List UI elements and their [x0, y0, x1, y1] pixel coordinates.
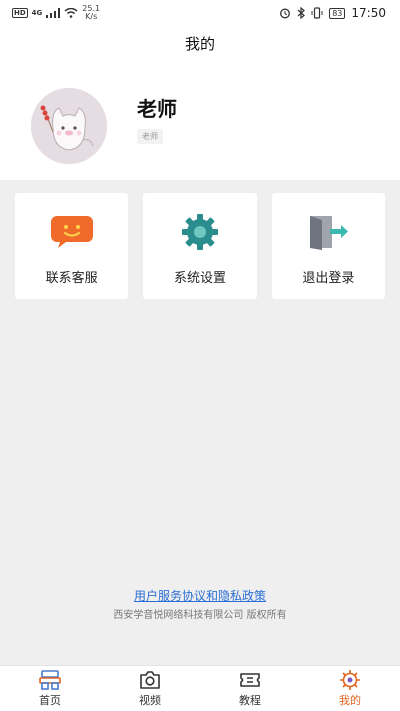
tab-video-label: 视频	[139, 694, 161, 707]
customer-service-icon	[50, 213, 94, 251]
system-settings-label: 系统设置	[173, 271, 226, 286]
policy-link[interactable]: 用户服务协议和隐私政策	[0, 587, 400, 604]
camera-icon	[138, 669, 162, 691]
hd-indicator: HD	[12, 8, 28, 18]
wifi-icon	[64, 8, 78, 18]
speed-unit: K/s	[85, 12, 98, 21]
network-speed: 25.1 K/s	[82, 5, 100, 21]
profile-section: 老师 老师	[0, 60, 400, 180]
status-bar: HD 4G 25.1 K/s 83 17:50	[0, 0, 400, 26]
page-title: 我的	[184, 34, 215, 53]
tab-mine-label: 我的	[339, 694, 361, 707]
network-type: 4G	[31, 9, 43, 17]
tab-video[interactable]: 视频	[100, 666, 200, 711]
ticket-icon	[238, 669, 262, 691]
alarm-icon	[280, 8, 291, 19]
logout-button[interactable]: 退出登录	[271, 193, 385, 299]
status-right: 83 17:50	[279, 6, 386, 20]
page-header: 我的	[0, 26, 400, 60]
role-badge: 老师	[137, 129, 163, 144]
bluetooth-icon	[297, 7, 306, 19]
status-left: HD 4G 25.1 K/s	[12, 5, 100, 21]
vibrate-icon	[311, 7, 323, 19]
contact-service-button[interactable]: 联系客服	[15, 193, 129, 299]
battery-indicator: 83	[329, 7, 346, 19]
avatar[interactable]	[31, 88, 107, 164]
user-name: 老师	[137, 97, 177, 121]
copyright-text: 西安学音悦网络科技有限公司 版权所有	[113, 610, 287, 621]
logout-label: 退出登录	[302, 271, 355, 286]
tab-mine[interactable]: 我的	[300, 666, 400, 711]
signal-icon	[46, 8, 61, 18]
tab-tutorial-label: 教程	[239, 694, 261, 707]
logout-icon	[306, 213, 350, 251]
bottom-tab-bar: 首页 视频 教程 我的	[0, 665, 400, 711]
profile-gear-icon	[338, 669, 362, 691]
home-icon	[38, 669, 62, 691]
system-settings-button[interactable]: 系统设置	[143, 193, 257, 299]
action-grid: 联系客服 系统设置 退出登录	[15, 193, 385, 299]
tab-tutorial[interactable]: 教程	[200, 666, 300, 711]
clock: 17:50	[351, 6, 386, 20]
gear-icon	[178, 213, 222, 251]
contact-service-label: 联系客服	[45, 271, 98, 286]
tab-home[interactable]: 首页	[0, 666, 100, 711]
cat-avatar-icon	[31, 88, 107, 164]
tab-home-label: 首页	[39, 694, 61, 707]
